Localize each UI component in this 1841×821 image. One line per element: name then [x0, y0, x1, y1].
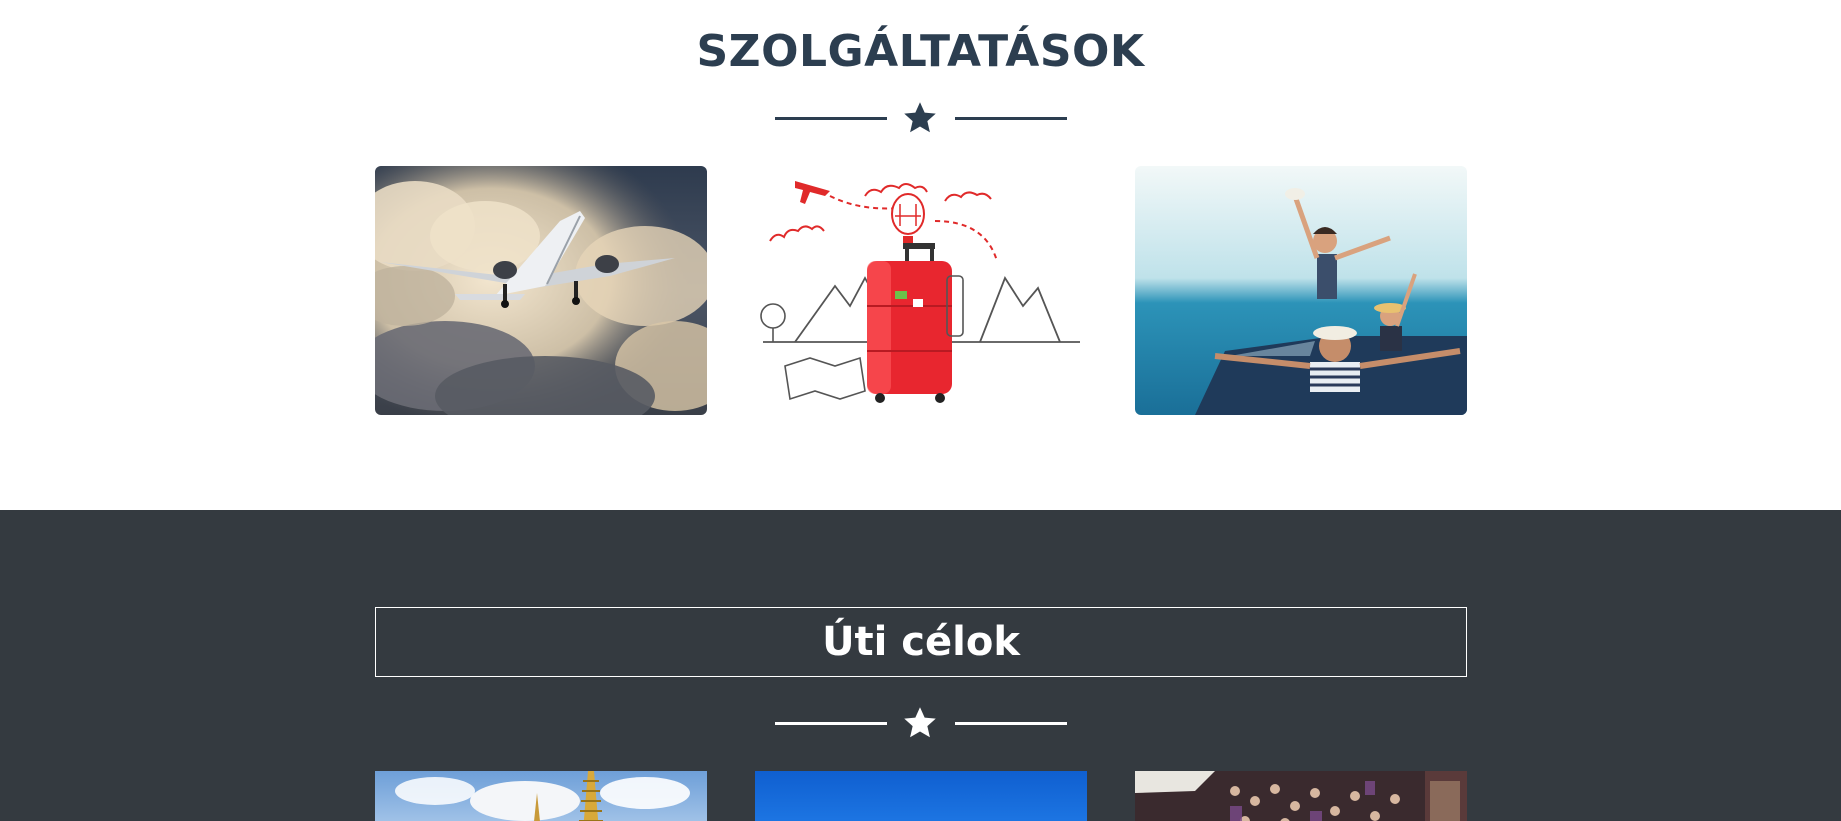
divider-line-right	[955, 117, 1067, 120]
suitcase-illustration	[755, 166, 1087, 415]
service-card-family[interactable]	[1135, 166, 1467, 415]
market-image	[1135, 771, 1467, 821]
services-section: SZOLGÁLTATÁSOK	[0, 0, 1841, 510]
destination-card-temple[interactable]	[375, 771, 707, 821]
service-card-suitcase[interactable]	[755, 166, 1087, 415]
star-icon	[904, 102, 936, 133]
destination-card-market[interactable]	[1135, 771, 1467, 821]
temple-image	[375, 771, 707, 821]
destinations-title-box: Úti célok	[375, 607, 1467, 677]
family-convertible-image	[1135, 166, 1467, 415]
airplane-image	[375, 166, 707, 415]
destination-card-sky[interactable]	[755, 771, 1087, 821]
destinations-title: Úti célok	[822, 619, 1020, 665]
services-title: SZOLGÁLTATÁSOK	[696, 26, 1145, 77]
destinations-section: Úti célok	[0, 510, 1841, 821]
star-icon	[904, 707, 936, 738]
divider-line-left	[775, 722, 887, 725]
divider-line-right	[955, 722, 1067, 725]
services-divider	[0, 98, 1841, 138]
service-card-airplane[interactable]	[375, 166, 707, 415]
divider-line-left	[775, 117, 887, 120]
blue-sky-image	[755, 771, 1087, 821]
page: SZOLGÁLTATÁSOK Úti célok	[0, 0, 1841, 821]
destinations-divider	[0, 703, 1841, 743]
